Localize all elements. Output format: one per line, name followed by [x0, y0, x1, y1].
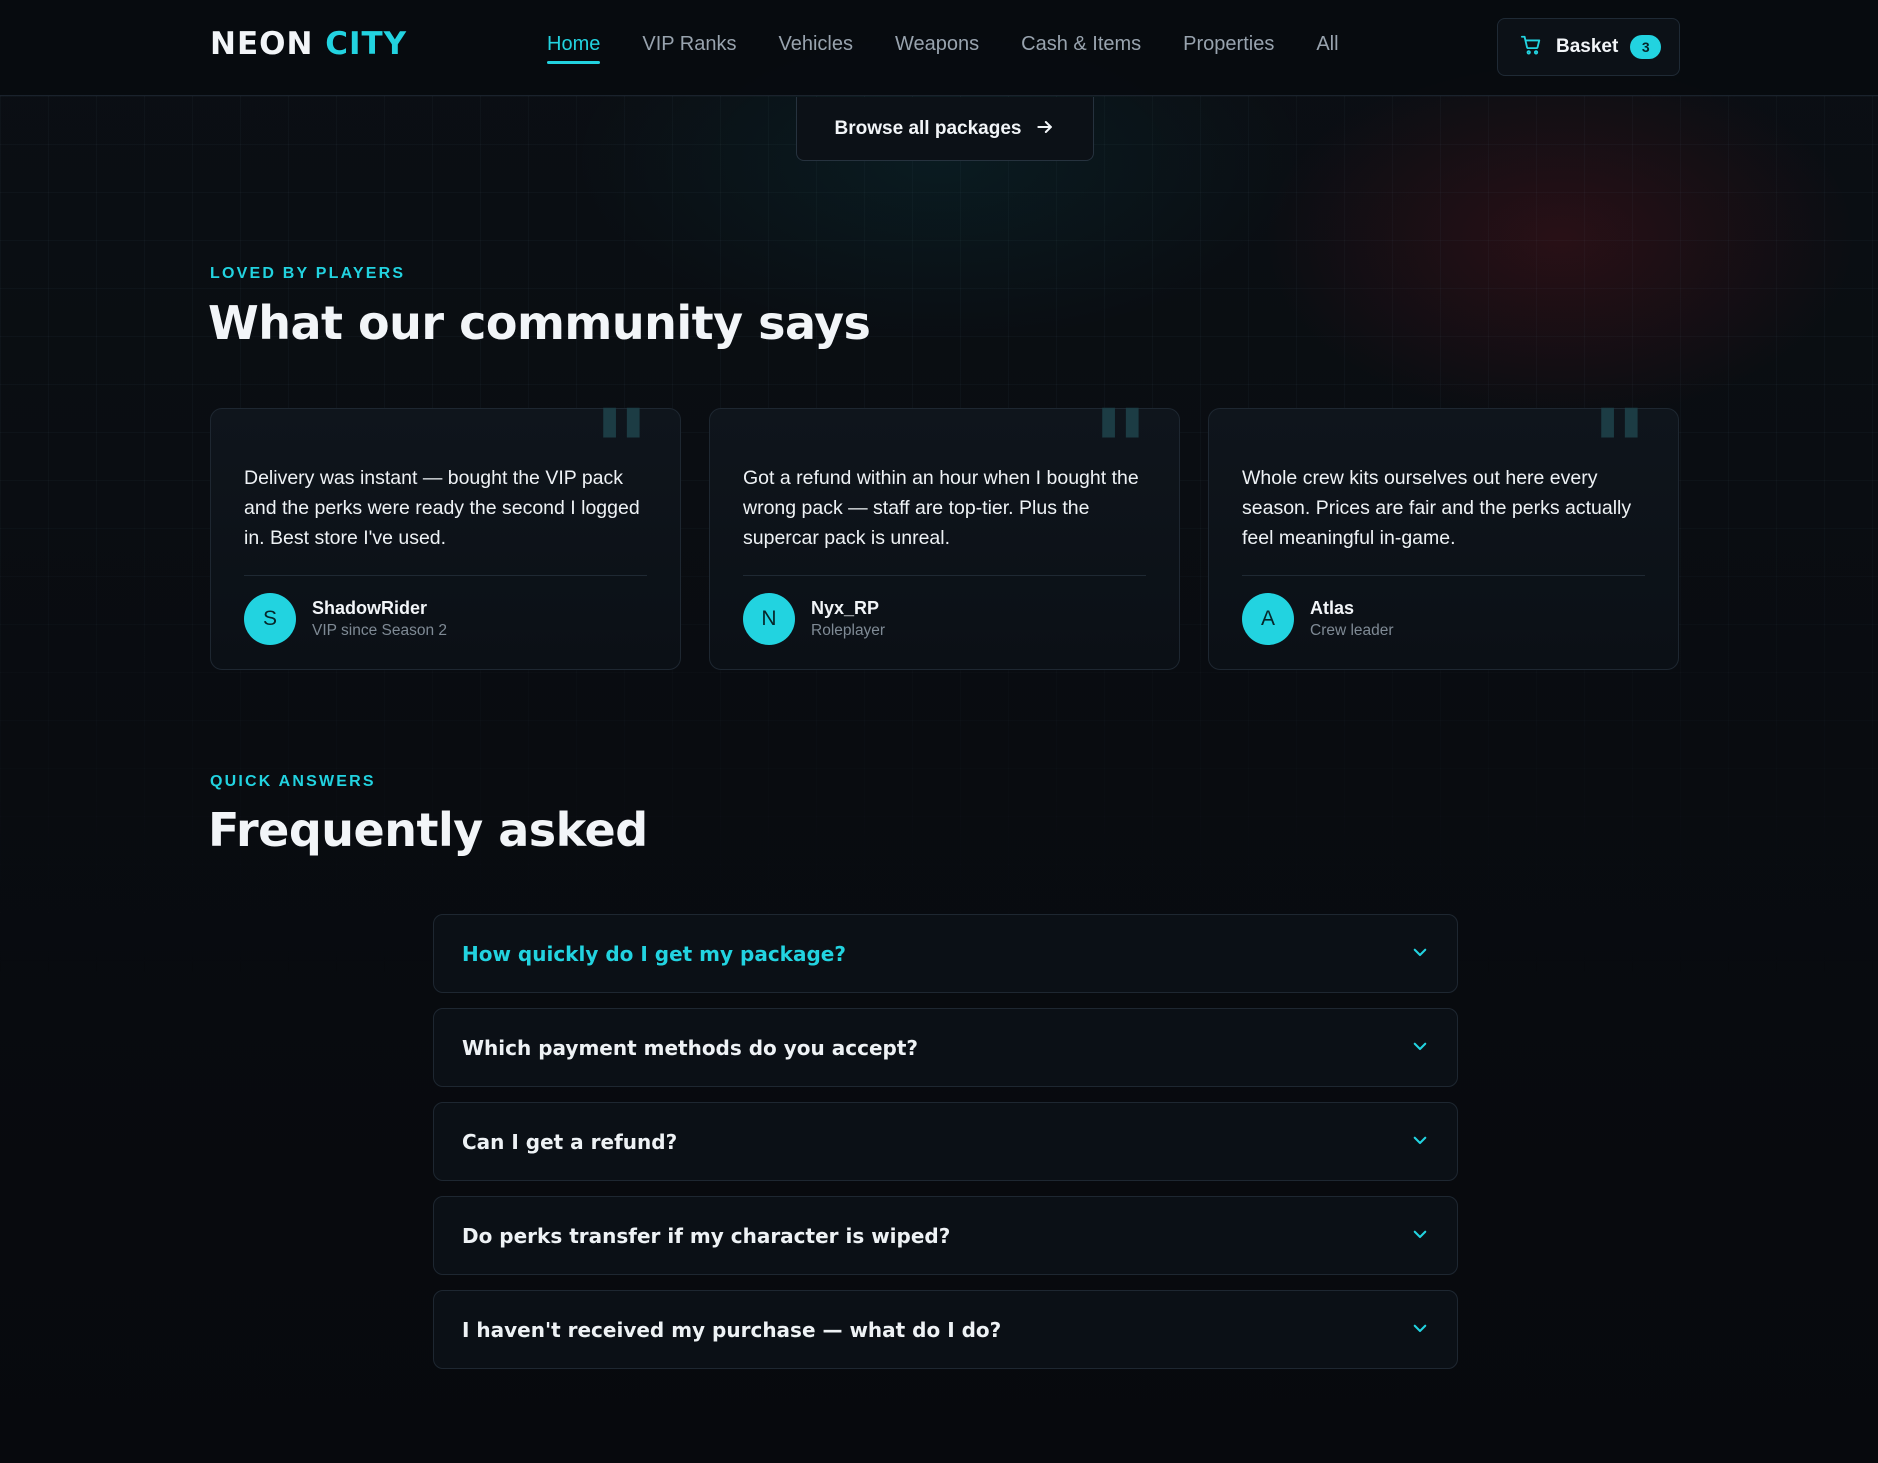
top-navbar: NEON CITY Home VIP Ranks Vehicles Weapon…	[0, 0, 1878, 96]
basket-button[interactable]: Basket 3	[1497, 18, 1680, 76]
author-role: Roleplayer	[811, 622, 886, 639]
author-name: Atlas	[1310, 598, 1355, 618]
nav-link-vip-ranks[interactable]: VIP Ranks	[642, 33, 736, 64]
testimonial-text: Whole crew kits ourselves out here every…	[1242, 467, 1632, 549]
testimonial-card: " Whole crew kits ourselves out here eve…	[1208, 395, 1679, 670]
chevron-down-icon	[1411, 943, 1429, 965]
testimonials-title: What our community says	[208, 296, 871, 350]
cart-icon	[1520, 34, 1542, 60]
avatar: A	[1242, 593, 1294, 645]
faq-list: How quickly do I get my package? Which p…	[433, 914, 1458, 1384]
faq-question: Which payment methods do you accept?	[462, 1035, 918, 1060]
avatar: S	[244, 593, 296, 645]
author-meta: Nyx_RP Roleplayer	[811, 598, 885, 640]
brand-name-part2: CITY	[325, 26, 408, 62]
browse-all-packages-label: Browse all packages	[834, 117, 1022, 139]
nav-link-all[interactable]: All	[1316, 33, 1338, 64]
testimonial-list: " Delivery was instant — bought the VIP …	[210, 395, 1679, 670]
faq-question: Do perks transfer if my character is wip…	[462, 1223, 951, 1248]
divider	[1242, 575, 1645, 576]
brand-name-part1: NEON	[210, 26, 314, 62]
browse-all-packages-button[interactable]: Browse all packages	[796, 97, 1094, 161]
chevron-down-icon	[1411, 1037, 1429, 1059]
chevron-down-icon	[1411, 1131, 1429, 1153]
divider	[743, 575, 1146, 576]
chevron-down-icon	[1411, 1225, 1429, 1247]
testimonial-text: Delivery was instant — bought the VIP pa…	[244, 467, 640, 549]
author-meta: ShadowRider VIP since Season 2	[312, 598, 447, 640]
basket-count-badge: 3	[1630, 35, 1662, 59]
author-name: ShadowRider	[312, 598, 428, 618]
faq-item[interactable]: Do perks transfer if my character is wip…	[433, 1196, 1458, 1275]
testimonial-card: " Delivery was instant — bought the VIP …	[210, 395, 681, 670]
testimonials-eyebrow: LOVED BY PLAYERS	[210, 265, 406, 282]
faq-item[interactable]: Can I get a refund?	[433, 1102, 1458, 1181]
divider	[244, 575, 647, 576]
testimonial-text: Got a refund within an hour when I bough…	[743, 467, 1139, 549]
arrow-right-icon	[1021, 117, 1055, 141]
author-name: Nyx_RP	[811, 598, 880, 618]
faq-eyebrow: QUICK ANSWERS	[210, 773, 376, 790]
author-role: Crew leader	[1310, 622, 1394, 639]
nav-link-cash-items[interactable]: Cash & Items	[1021, 33, 1141, 64]
faq-item[interactable]: How quickly do I get my package?	[433, 914, 1458, 993]
main-nav: Home VIP Ranks Vehicles Weapons Cash & I…	[547, 33, 1381, 64]
faq-question: How quickly do I get my package?	[462, 941, 846, 966]
basket-label: Basket	[1556, 36, 1619, 57]
testimonial-card: " Got a refund within an hour when I bou…	[709, 395, 1180, 670]
testimonial-author: S ShadowRider VIP since Season 2	[244, 593, 647, 645]
author-meta: Atlas Crew leader	[1310, 598, 1394, 640]
nav-link-vehicles[interactable]: Vehicles	[778, 33, 853, 64]
nav-link-properties[interactable]: Properties	[1183, 33, 1274, 64]
testimonial-author: A Atlas Crew leader	[1242, 593, 1645, 645]
author-role: VIP since Season 2	[312, 622, 447, 639]
nav-link-home[interactable]: Home	[547, 33, 601, 64]
faq-item[interactable]: I haven't received my purchase — what do…	[433, 1290, 1458, 1369]
quote-icon: "	[592, 385, 650, 514]
quote-icon: "	[1590, 385, 1648, 514]
avatar: N	[743, 593, 795, 645]
quote-icon: "	[1091, 385, 1149, 514]
testimonial-author: N Nyx_RP Roleplayer	[743, 593, 1146, 645]
faq-title: Frequently asked	[208, 803, 648, 857]
brand-logo[interactable]: NEON CITY	[210, 26, 407, 62]
nav-link-weapons[interactable]: Weapons	[895, 33, 979, 64]
faq-question: I haven't received my purchase — what do…	[462, 1317, 1002, 1342]
faq-question: Can I get a refund?	[462, 1129, 678, 1154]
chevron-down-icon	[1411, 1319, 1429, 1341]
faq-item[interactable]: Which payment methods do you accept?	[433, 1008, 1458, 1087]
